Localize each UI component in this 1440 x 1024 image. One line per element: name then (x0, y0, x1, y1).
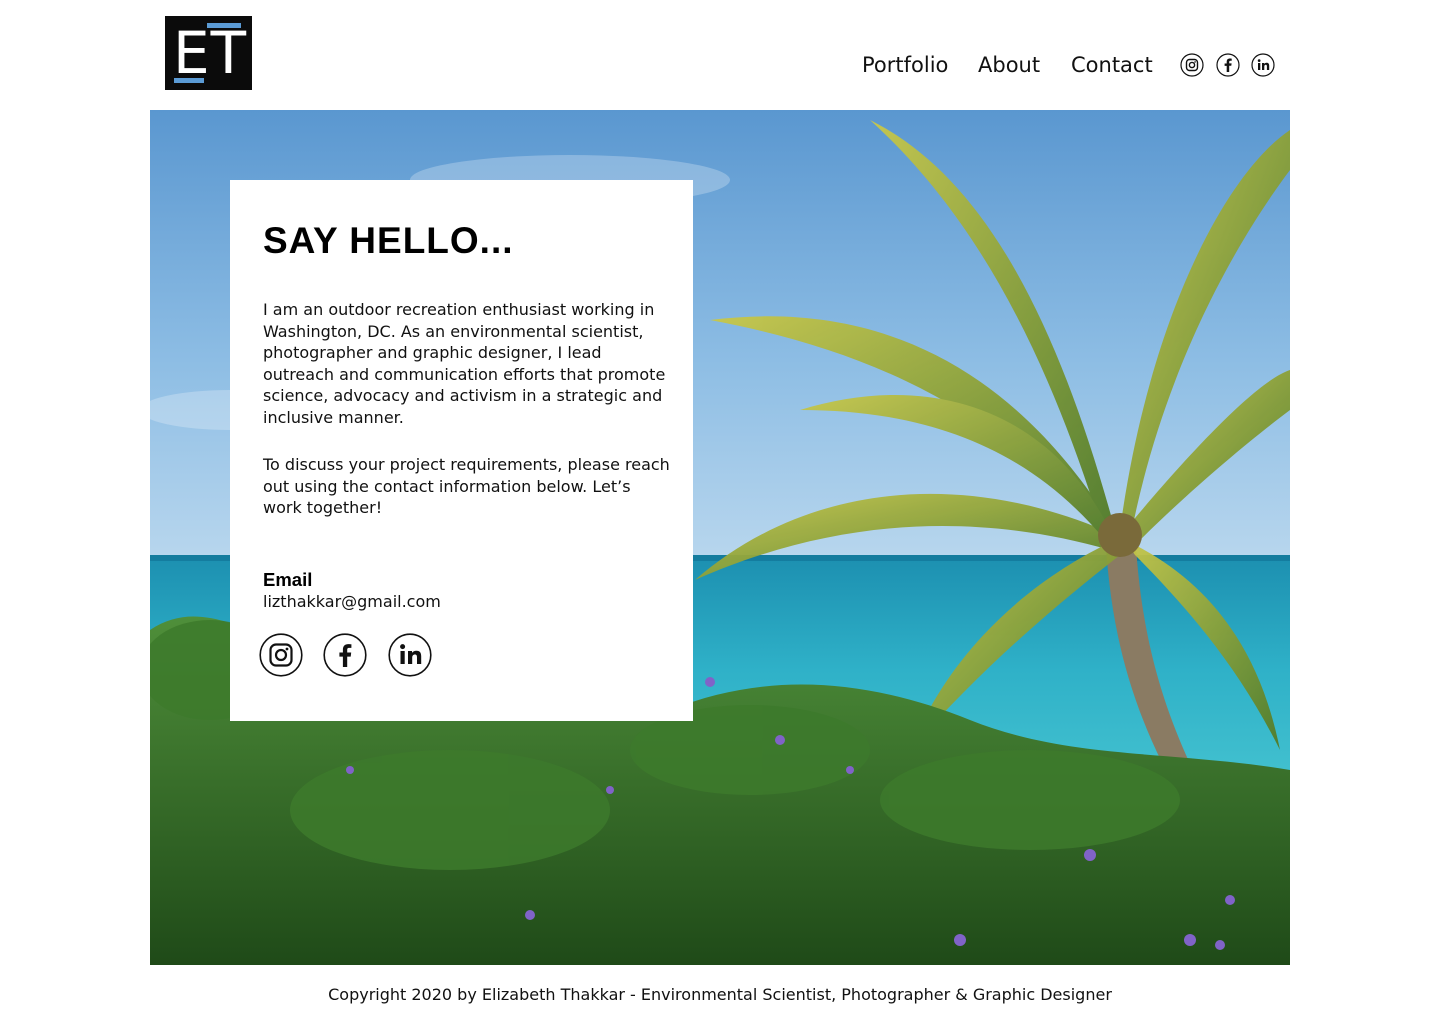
nav-contact[interactable]: Contact (1071, 52, 1153, 78)
intro-paragraph: I am an outdoor recreation enthusiast wo… (263, 300, 666, 427)
card-title: SAY HELLO... (263, 220, 514, 261)
site-logo[interactable]: ET (165, 16, 252, 90)
linkedin-icon[interactable] (388, 633, 432, 677)
email-label: Email (263, 569, 313, 590)
contact-paragraph: To discuss your project requirements, pl… (263, 455, 670, 518)
contact-card: SAY HELLO... I am an outdoor recreation … (230, 180, 693, 721)
nav-portfolio[interactable]: Portfolio (862, 52, 948, 78)
nav-about[interactable]: About (978, 52, 1040, 78)
linkedin-icon[interactable] (1251, 53, 1275, 77)
facebook-icon[interactable] (1216, 53, 1240, 77)
email-link[interactable]: lizthakkar@gmail.com (263, 591, 441, 612)
logo-accent-bar (174, 78, 204, 83)
instagram-icon[interactable] (259, 633, 303, 677)
instagram-icon[interactable] (1180, 53, 1204, 77)
footer-copyright: Copyright 2020 by Elizabeth Thakkar - En… (328, 985, 1112, 1004)
facebook-icon[interactable] (323, 633, 367, 677)
